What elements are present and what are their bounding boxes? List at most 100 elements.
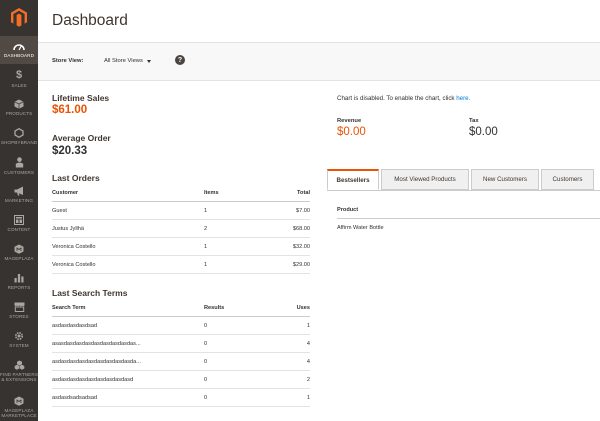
table-row[interactable]: Veronica Costello 1 $32.00: [52, 237, 310, 256]
sidebar-item-marketing[interactable]: MARKETING: [0, 180, 38, 209]
table-row[interactable]: asdasdasdasdsad 0 1: [52, 316, 310, 335]
revenue-value: $0.00: [337, 126, 366, 138]
dollar-icon: $: [15, 69, 23, 81]
last-orders-table: Customer Items Total Guest 1 $7.00 Justu…: [52, 184, 310, 274]
speedometer-icon: [13, 44, 25, 51]
tab-customers[interactable]: Customers: [541, 169, 594, 190]
search-results: 0: [204, 388, 264, 407]
search-term: asasdasdasdasdasdasdasdasdas...: [52, 334, 204, 353]
table-row[interactable]: asdasdsadsadsad 0 1: [52, 388, 310, 407]
sidebar-item-system[interactable]: SYSTEM: [0, 325, 38, 354]
order-items: 1: [204, 237, 264, 256]
table-row[interactable]: asdasdasdasdasdasdasdasdasd 0 2: [52, 370, 310, 389]
column-header-results: Results: [204, 299, 264, 317]
main-content: Dashboard Store View: All Store Views ? …: [38, 0, 600, 421]
table-row[interactable]: Veronica Costello 1 $29.00: [52, 255, 310, 274]
sidebar-item-customers[interactable]: CUSTOMERS: [0, 151, 38, 180]
bestsellers-table: Product Affirm Water Bottle: [337, 201, 600, 236]
last-orders-title: Last Orders: [52, 173, 100, 183]
megaphone-icon: [14, 186, 23, 196]
search-term: asdasdasdasdasdasdasdasdasda...: [52, 352, 204, 371]
sidebar-item-label: MAGEPLAZA: [4, 256, 34, 261]
table-header-row: Product: [337, 201, 600, 219]
tab-most-viewed-products[interactable]: Most Viewed Products: [381, 169, 469, 190]
sidebar-item-find-partners[interactable]: FIND PARTNERS & EXTENSIONS: [0, 354, 38, 390]
sidebar-item-dashboard[interactable]: DASHBOARD: [0, 36, 38, 64]
mageplaza-icon: [14, 396, 24, 406]
table-row[interactable]: Justus Jyllhä 2 $68.00: [52, 219, 310, 238]
sidebar-item-label: PRODUCTS: [5, 111, 33, 116]
table-row[interactable]: Affirm Water Bottle: [337, 219, 600, 237]
tax-value: $0.00: [469, 126, 498, 138]
chevron-down-icon: [146, 59, 151, 63]
lifetime-sales-value: $61.00: [52, 104, 88, 116]
sidebar-item-sales[interactable]: $ SALES: [0, 64, 38, 93]
sidebar-item-stores[interactable]: STORES: [0, 296, 38, 325]
search-uses: 2: [264, 370, 310, 389]
order-items: 2: [204, 219, 264, 238]
table-row[interactable]: asdasdasdasdasdasdasdasdasda... 0 4: [52, 352, 310, 371]
table-row[interactable]: asasdasdasdasdasdasdasdasdas... 0 4: [52, 334, 310, 353]
sidebar-item-label: FIND PARTNERS & EXTENSIONS: [0, 372, 38, 383]
chart-disabled-message: Chart is disabled. To enable the chart, …: [337, 95, 470, 102]
table-row[interactable]: Guest 1 $7.00: [52, 201, 310, 220]
sidebar-item-mageplaza[interactable]: MAGEPLAZA: [0, 238, 38, 267]
search-term: asdasdasdasdsad: [52, 316, 204, 335]
sidebar-item-reports[interactable]: REPORTS: [0, 267, 38, 296]
last-search-terms-table: Search Term Results Uses asdasdasdasdsad…: [52, 299, 310, 407]
search-uses: 4: [264, 352, 310, 371]
column-header-uses: Uses: [264, 299, 310, 317]
last-search-terms-title: Last Search Terms: [52, 288, 128, 298]
sidebar-item-content[interactable]: CONTENT: [0, 209, 38, 238]
cubes-icon: [14, 360, 24, 370]
order-total: $32.00: [264, 237, 310, 256]
search-results: 0: [204, 316, 264, 335]
column-header-customer: Customer: [52, 184, 204, 202]
sidebar-item-shopbybrand[interactable]: SHOPBYBRAND: [0, 122, 38, 151]
hexagon-icon: [14, 128, 24, 138]
sidebar-item-label: MARKETING: [4, 198, 34, 203]
storefront-icon: [14, 302, 24, 312]
order-total: $68.00: [264, 219, 310, 238]
order-total: $7.00: [264, 201, 310, 220]
tab-new-customers[interactable]: New Customers: [471, 169, 539, 190]
store-view-switcher[interactable]: All Store Views: [104, 58, 151, 64]
table-header-row: Customer Items Total: [52, 184, 310, 202]
sidebar-item-label: MAGEPLAZA MARKETPLACE: [1, 408, 37, 419]
tab-label: Bestsellers: [336, 176, 370, 184]
order-customer: Justus Jyllhä: [52, 219, 204, 238]
layout-icon: [14, 215, 24, 225]
revenue-label: Revenue: [337, 118, 362, 124]
search-uses: 1: [264, 316, 310, 335]
bestseller-product: Affirm Water Bottle: [337, 224, 384, 231]
search-uses: 1: [264, 388, 310, 407]
chart-disabled-text: Chart is disabled. To enable the chart, …: [337, 95, 457, 102]
sidebar-item-label: STORES: [9, 314, 29, 319]
admin-sidebar: DASHBOARD $ SALES PRODUCTS SHOPBYBRAND C…: [0, 0, 38, 421]
cube-icon: [14, 99, 24, 109]
tab-bestsellers[interactable]: Bestsellers: [327, 169, 379, 190]
lifetime-sales-label: Lifetime Sales: [52, 93, 110, 103]
sidebar-item-mageplaza-marketplace[interactable]: MAGEPLAZA MARKETPLACE: [0, 390, 38, 421]
sidebar-item-label: SALES: [11, 83, 27, 88]
search-results: 0: [204, 352, 264, 371]
search-uses: 4: [264, 334, 310, 353]
bar-chart-icon: [14, 274, 24, 283]
order-total: $29.00: [264, 255, 310, 274]
sidebar-item-label: REPORTS: [7, 285, 31, 290]
tabs-divider: [327, 190, 600, 191]
magento-logo[interactable]: [0, 0, 38, 34]
store-view-selected: All Store Views: [104, 58, 143, 64]
mageplaza-icon: [14, 244, 24, 254]
page-title: Dashboard: [52, 12, 128, 29]
store-view-bar: Store View: All Store Views ?: [38, 42, 600, 81]
store-view-label: Store View:: [52, 58, 84, 64]
column-header-items: Items: [204, 184, 264, 202]
order-customer: Veronica Costello: [52, 237, 204, 256]
enable-chart-link[interactable]: here.: [456, 95, 470, 102]
sidebar-item-products[interactable]: PRODUCTS: [0, 93, 38, 122]
sidebar-item-label: DASHBOARD: [4, 53, 34, 58]
tab-label: Most Viewed Products: [394, 176, 456, 183]
help-icon[interactable]: ?: [175, 55, 185, 65]
column-header-search-term: Search Term: [52, 299, 204, 317]
